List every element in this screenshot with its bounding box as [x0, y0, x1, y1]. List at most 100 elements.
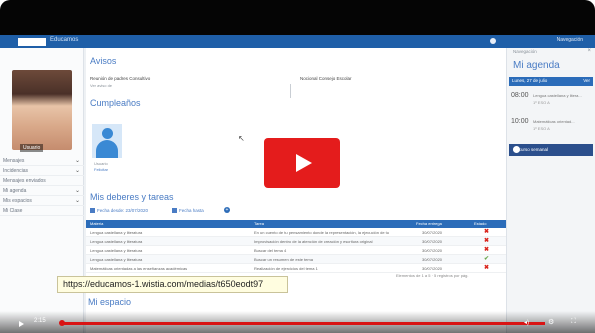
- cell-fecha: 30/07/2020: [422, 248, 443, 253]
- table-row[interactable]: Matemáticas orientadas a las enseñanzas …: [86, 264, 506, 273]
- filter-from-label: Fecha desde: 23/07/2020: [97, 208, 149, 213]
- cell-fecha: 30/07/2020: [422, 239, 443, 244]
- sidebar-item-label: Mensajes enviados: [3, 178, 46, 184]
- calendar-icon: [172, 208, 177, 214]
- person-icon-body: [96, 140, 118, 158]
- calendar-icon: [90, 208, 95, 214]
- sidebar-item[interactable]: Mensajes ⌄: [0, 156, 84, 166]
- close-icon[interactable]: ✖: [484, 265, 489, 271]
- agenda-top-label: Navegación: [513, 49, 537, 54]
- sidebar-item[interactable]: Incidencias ⌄: [0, 166, 84, 176]
- sidebar-item-label: Mis espacios: [3, 198, 32, 204]
- progress-knob[interactable]: [59, 320, 65, 326]
- avatar: [92, 124, 122, 158]
- avisos-title: Avisos: [90, 56, 117, 66]
- sidebar-item-label: Mensajes: [3, 158, 25, 164]
- aviso-sub[interactable]: Ver aviso de: [90, 83, 112, 88]
- column-header[interactable]: Tarea: [254, 221, 264, 226]
- video-progress-bar[interactable]: [60, 322, 545, 325]
- sidebar-menu: Mensajes ⌄ Incidencias ⌄ Mensajes enviados…: [0, 156, 84, 216]
- cell-tarea: Improvisación dentro de la atención de c…: [254, 239, 373, 244]
- close-icon[interactable]: ×: [587, 48, 591, 54]
- event-desc: Matemáticas orientad...: [533, 119, 575, 124]
- sidebar-item[interactable]: Mi agenda ⌄: [0, 186, 84, 196]
- user-icon[interactable]: [490, 38, 496, 44]
- logo: [18, 38, 46, 46]
- cell-materia: Lengua castellana y literatura: [90, 257, 143, 262]
- video-play-button[interactable]: [264, 138, 340, 188]
- settings-icon[interactable]: ⚙: [548, 318, 554, 326]
- divider: [290, 84, 291, 98]
- fullscreen-icon[interactable]: ⛶: [571, 318, 576, 326]
- play-icon: [296, 154, 312, 172]
- profile-photo: [12, 70, 72, 150]
- aviso-item[interactable]: Nocional Consejo Escolar: [300, 76, 352, 81]
- filter-to[interactable]: Fecha hasta: [172, 208, 204, 214]
- close-icon[interactable]: ✖: [484, 238, 489, 244]
- sidebar-item[interactable]: Mensajes enviados: [0, 176, 84, 186]
- cell-tarea: Buscar un resumen de este tema: [254, 257, 313, 262]
- filters-row: Fecha desde: 23/07/2020 Fecha hasta +: [86, 207, 506, 218]
- close-icon[interactable]: ✖: [484, 229, 489, 235]
- table-row[interactable]: Lengua castellana y literatura En un cue…: [86, 228, 506, 237]
- agenda-date-action[interactable]: Ver: [583, 78, 590, 83]
- chevron-down-icon: ⌄: [74, 188, 80, 194]
- cell-fecha: 30/07/2020: [422, 230, 443, 235]
- agenda-date-bar[interactable]: Lunes, 27 de julio Ver: [509, 77, 593, 86]
- topbar-label: Navegación: [556, 37, 583, 43]
- check-icon[interactable]: ✔: [484, 256, 489, 262]
- chevron-down-icon: ⌄: [74, 168, 80, 174]
- video-letterbox: [0, 0, 595, 35]
- app-top-bar: Educamos Navegación: [0, 35, 595, 48]
- table-row[interactable]: Lengua castellana y literatura Buscar un…: [86, 255, 506, 264]
- filter-from[interactable]: Fecha desde: 23/07/2020: [90, 208, 149, 214]
- recurso-semanal-bar[interactable]: Recurso semanal: [509, 144, 593, 156]
- pager[interactable]: Elementos de 1 a 5 · 5 registros por pág…: [396, 273, 468, 278]
- person-icon-head: [102, 128, 113, 139]
- chevron-down-icon: ⌄: [74, 198, 80, 204]
- url-tooltip[interactable]: https://educamos-1.wistia.com/medias/t65…: [57, 276, 288, 293]
- column-header[interactable]: Fecha entrega: [416, 221, 442, 226]
- profile-name: Usuario: [20, 144, 44, 152]
- sidebar-item-label: Mi agenda: [3, 188, 27, 194]
- add-icon[interactable]: +: [224, 207, 230, 213]
- video-frame: Educamos Navegación Usuario Mensajes ⌄ In…: [0, 0, 595, 333]
- sidebar-item[interactable]: Mis espacios ⌄: [0, 196, 84, 206]
- sidebar-item[interactable]: Mi Clase: [0, 206, 84, 216]
- cell-materia: Matemáticas orientadas a las enseñanzas …: [90, 266, 188, 271]
- cell-fecha: 30/07/2020: [422, 257, 443, 262]
- info-icon: [513, 146, 520, 153]
- agenda-top-bar: Navegación ×: [507, 48, 595, 57]
- birthday-link[interactable]: Felicitar: [94, 167, 108, 172]
- volume-icon[interactable]: ◂): [524, 319, 529, 326]
- play-icon[interactable]: [19, 321, 24, 327]
- cell-tarea: Buscar del tema 4: [254, 248, 287, 253]
- video-time: 2:15: [34, 318, 46, 324]
- tasks-table: Materia Tarea Fecha entrega Estado Lengu…: [86, 220, 506, 282]
- cell-tarea: Realización de ejercicios del tema 1: [254, 266, 318, 271]
- event-time: 08:00: [511, 92, 529, 99]
- cell-fecha: 30/07/2020: [422, 266, 443, 271]
- aviso-item[interactable]: Reunión de padres Consultivo: [90, 76, 150, 81]
- app-title: Educamos: [50, 37, 79, 43]
- sidebar-item-label: Mi Clase: [3, 208, 23, 214]
- agenda-panel: Navegación × Mi agenda Lunes, 27 de juli…: [506, 48, 595, 333]
- event-sub: 1º ESO A: [533, 100, 550, 105]
- close-icon[interactable]: ✖: [484, 247, 489, 253]
- sidebar-item-label: Incidencias: [3, 168, 29, 174]
- agenda-date: Lunes, 27 de julio: [512, 78, 548, 83]
- table-row[interactable]: Lengua castellana y literatura Improvisa…: [86, 237, 506, 246]
- chevron-down-icon: ⌄: [74, 158, 80, 164]
- cumpleanos-title: Cumpleaños: [90, 98, 141, 108]
- cell-materia: Lengua castellana y literatura: [90, 239, 143, 244]
- birthday-name: Usuario: [94, 161, 108, 166]
- espacio-title: Mi espacio: [88, 297, 132, 307]
- column-header[interactable]: Estado: [474, 221, 486, 226]
- table-header: Materia Tarea Fecha entrega Estado: [86, 220, 506, 228]
- event-sub: 1º ESO A: [533, 126, 550, 131]
- column-header[interactable]: Materia: [90, 221, 103, 226]
- cell-tarea: En un cuento de tu pensamiento donde la …: [254, 230, 389, 235]
- table-row[interactable]: Lengua castellana y literatura Buscar de…: [86, 246, 506, 255]
- filter-to-label: Fecha hasta: [179, 208, 204, 213]
- cell-materia: Lengua castellana y literatura: [90, 248, 143, 253]
